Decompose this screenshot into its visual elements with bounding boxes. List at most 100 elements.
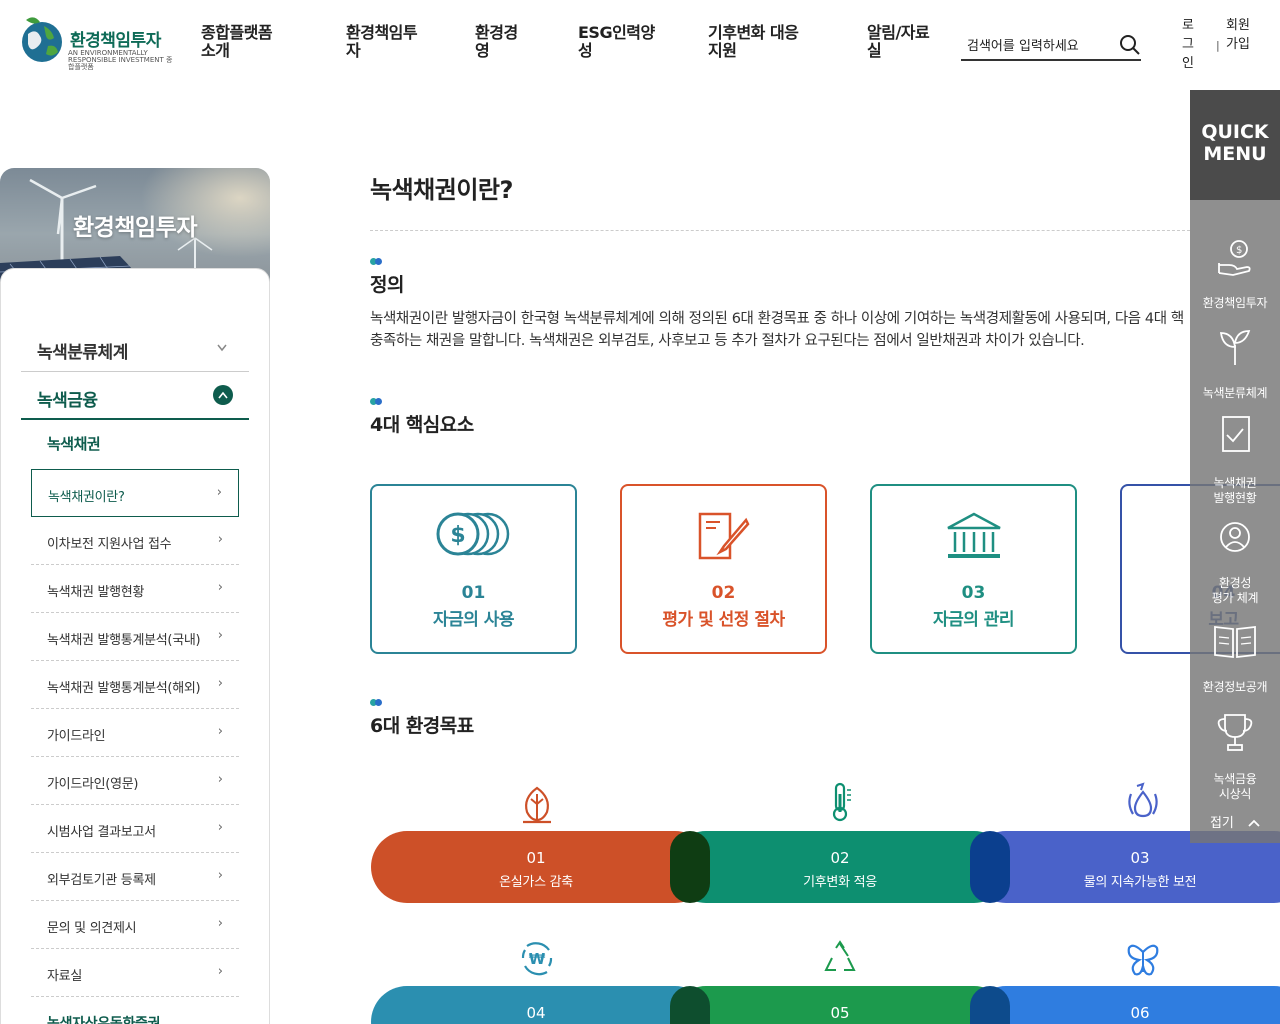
goal-number: 04	[526, 1004, 546, 1022]
quick-item-bond-issuance[interactable]: 녹색채권 발행현황	[1190, 400, 1280, 506]
goal-label: 물의 지속가능한 보전	[1083, 875, 1197, 890]
svg-text:$: $	[1236, 245, 1242, 256]
definition-text: 녹색채권이란 발행자금이 한국형 녹색분류체계에 의해 정의된 6대 환경목표 …	[370, 308, 1280, 352]
sidebar-item-issuance-status[interactable]: 녹색채권 발행현황 ›	[31, 565, 239, 613]
sidebar-item-what-is-green-bond[interactable]: 녹색채권이란? ›	[31, 469, 239, 517]
bank-icon	[946, 512, 1001, 558]
gnb-environmental-management[interactable]: 환경경 영	[475, 24, 518, 60]
quick-item-label: 환경정보공개	[1202, 680, 1268, 694]
recycle-icon	[824, 940, 856, 971]
coins-icon: $	[436, 512, 509, 556]
leaf-icon	[523, 786, 551, 824]
sidebar-item-stats-overseas[interactable]: 녹색채권 발행통계분석(해외) ›	[31, 661, 239, 709]
sprout-icon	[1219, 330, 1251, 365]
quick-item-label: 녹색분류체계	[1202, 386, 1268, 400]
search-icon[interactable]	[1119, 34, 1141, 56]
section-bullet-icon	[370, 699, 384, 706]
gnb-esg-training[interactable]: ESG인력양 성	[578, 24, 655, 60]
chevron-right-icon: ›	[217, 772, 223, 787]
quick-item-evaluation-system[interactable]: 환경성 평가 체계	[1190, 506, 1280, 606]
chevron-right-icon: ›	[217, 964, 223, 979]
quick-menu-fold-button[interactable]: 접기	[1190, 812, 1280, 831]
chevron-right-icon: ›	[217, 580, 223, 595]
thermometer-icon	[832, 782, 851, 822]
sidebar-item-stats-domestic[interactable]: 녹색채권 발행통계분석(국내) ›	[31, 613, 239, 661]
sidebar-group-green-bond[interactable]: 녹색채권	[47, 433, 101, 454]
quick-menu-title: QUICK MENU	[1190, 90, 1280, 200]
sidebar-item-interest-support[interactable]: 이차보전 지원사업 접수 ›	[31, 517, 239, 565]
search-input[interactable]: 검색어를 입력하세요	[967, 35, 1079, 54]
sidebar-menu-label: 녹색금융	[37, 391, 98, 411]
sidebar-item-label: 문의 및 의견제시	[47, 921, 137, 936]
pill-overlap	[670, 831, 710, 903]
sidebar-item-label: 자료실	[47, 969, 82, 984]
site-logo[interactable]: 환경책임투자 AN ENVIRONMENTALLY RESPONSIBLE IN…	[18, 12, 178, 71]
goal-label: 온실가스 감축	[499, 875, 573, 890]
sidebar-menu-green-finance[interactable]: 녹색금융	[21, 372, 249, 420]
search-box[interactable]: 검색어를 입력하세요	[961, 30, 1141, 61]
definition-line: 충족하는 채권을 말합니다. 녹색채권은 외부검토, 사후보고 등 추가 절차가…	[370, 333, 1085, 349]
element-number: 01	[461, 583, 486, 603]
sidebar-group-green-abs[interactable]: 녹색자산유동화증권	[31, 997, 239, 1024]
quick-item-taxonomy[interactable]: 녹색분류체계	[1190, 312, 1280, 401]
checklist-icon	[1222, 416, 1250, 452]
gnb-responsible-investment[interactable]: 환경책임투 자	[346, 24, 418, 60]
sidebar-item-label: 외부검토기관 등록제	[47, 873, 156, 888]
svg-text:$: $	[450, 523, 465, 548]
goal-climate-adaptation: 02 기후변화 적응	[670, 831, 1010, 903]
sidebar-item-reviewer-registration[interactable]: 외부검토기관 등록제 ›	[31, 853, 239, 901]
quick-item-disclosure[interactable]: 환경정보공개	[1190, 606, 1280, 695]
element-card-evaluation-selection: 02 평가 및 선정 절차	[620, 484, 827, 654]
goal-ghg-reduction: 01 온실가스 감축	[371, 831, 711, 903]
chevron-right-icon: ›	[217, 820, 223, 835]
section-title-core-elements: 4대 핵심요소	[370, 414, 474, 436]
sidebar-item-guideline[interactable]: 가이드라인 ›	[31, 709, 239, 757]
chevron-right-icon: ›	[217, 628, 223, 643]
chevron-up-icon	[1248, 819, 1260, 827]
chevron-right-icon: ›	[217, 916, 223, 931]
globe-logo-icon	[22, 17, 62, 62]
element-card-use-of-proceeds: $ 01 자금의 사용	[370, 484, 577, 654]
element-number: 02	[711, 583, 736, 603]
quick-item-label: 녹색채권 발행현황	[1213, 476, 1257, 505]
gnb-platform-intro[interactable]: 종합플랫폼 소개	[201, 24, 273, 60]
util-separator: |	[1216, 39, 1220, 52]
sidebar-item-label: 가이드라인	[47, 729, 106, 744]
chevron-right-icon: ›	[217, 868, 223, 883]
goal-number: 05	[830, 1004, 850, 1022]
element-card-management: 03 자금의 관리	[870, 484, 1077, 654]
quick-item-awards[interactable]: 녹색금융 시상식	[1190, 696, 1280, 802]
sidebar-hero-title: 환경책임투자	[73, 215, 197, 241]
trophy-icon	[1217, 714, 1253, 751]
sidebar-item-inquiry[interactable]: 문의 및 의견제시 ›	[31, 901, 239, 949]
sidebar-item-guideline-en[interactable]: 가이드라인(영문) ›	[31, 757, 239, 805]
quick-item-responsible-investment[interactable]: $ 환경책임투자	[1190, 222, 1280, 311]
water-drop-icon	[1128, 782, 1158, 818]
gnb-notices[interactable]: 알림/자료 실	[867, 24, 930, 60]
quick-item-label: 환경성 평가 체계	[1211, 576, 1259, 605]
pill-overlap	[670, 986, 710, 1024]
pill-overlap	[970, 986, 1010, 1024]
goal-label: 기후변화 적응	[803, 875, 877, 890]
login-link[interactable]: 로 그 인	[1182, 16, 1194, 73]
sidebar-menu-taxonomy[interactable]: 녹색분류체계	[21, 324, 249, 372]
sidebar-item-pilot-report[interactable]: 시범사업 결과보고서 ›	[31, 805, 239, 853]
logo-subtitle: AN ENVIRONMENTALLY RESPONSIBLE INVESTMEN…	[68, 49, 173, 71]
sidebar-item-label: 녹색채권이란?	[48, 490, 125, 505]
money-hand-icon: $	[1218, 240, 1251, 276]
sidebar-item-label: 녹색채권 발행현황	[47, 585, 145, 600]
open-book-icon	[1214, 625, 1256, 659]
section-bullet-icon	[370, 398, 384, 405]
site-header: 환경책임투자 AN ENVIRONMENTALLY RESPONSIBLE IN…	[0, 0, 1280, 80]
goal-circular-economy: 04	[371, 986, 711, 1024]
sidebar-item-label: 시범사업 결과보고서	[47, 825, 156, 840]
gnb-climate-support[interactable]: 기후변화 대응 지원	[708, 24, 799, 60]
sidebar-item-archive[interactable]: 자료실 ›	[31, 949, 239, 997]
goal-number: 06	[1130, 1004, 1150, 1022]
page-title: 녹색채권이란?	[370, 176, 513, 204]
sidebar-item-label: 녹색자산유동화증권	[47, 1016, 161, 1024]
join-link[interactable]: 회원 가입	[1226, 16, 1250, 54]
section-title-definition: 정의	[370, 274, 404, 296]
butterfly-icon	[1127, 944, 1159, 976]
section-bullet-icon	[370, 258, 384, 265]
